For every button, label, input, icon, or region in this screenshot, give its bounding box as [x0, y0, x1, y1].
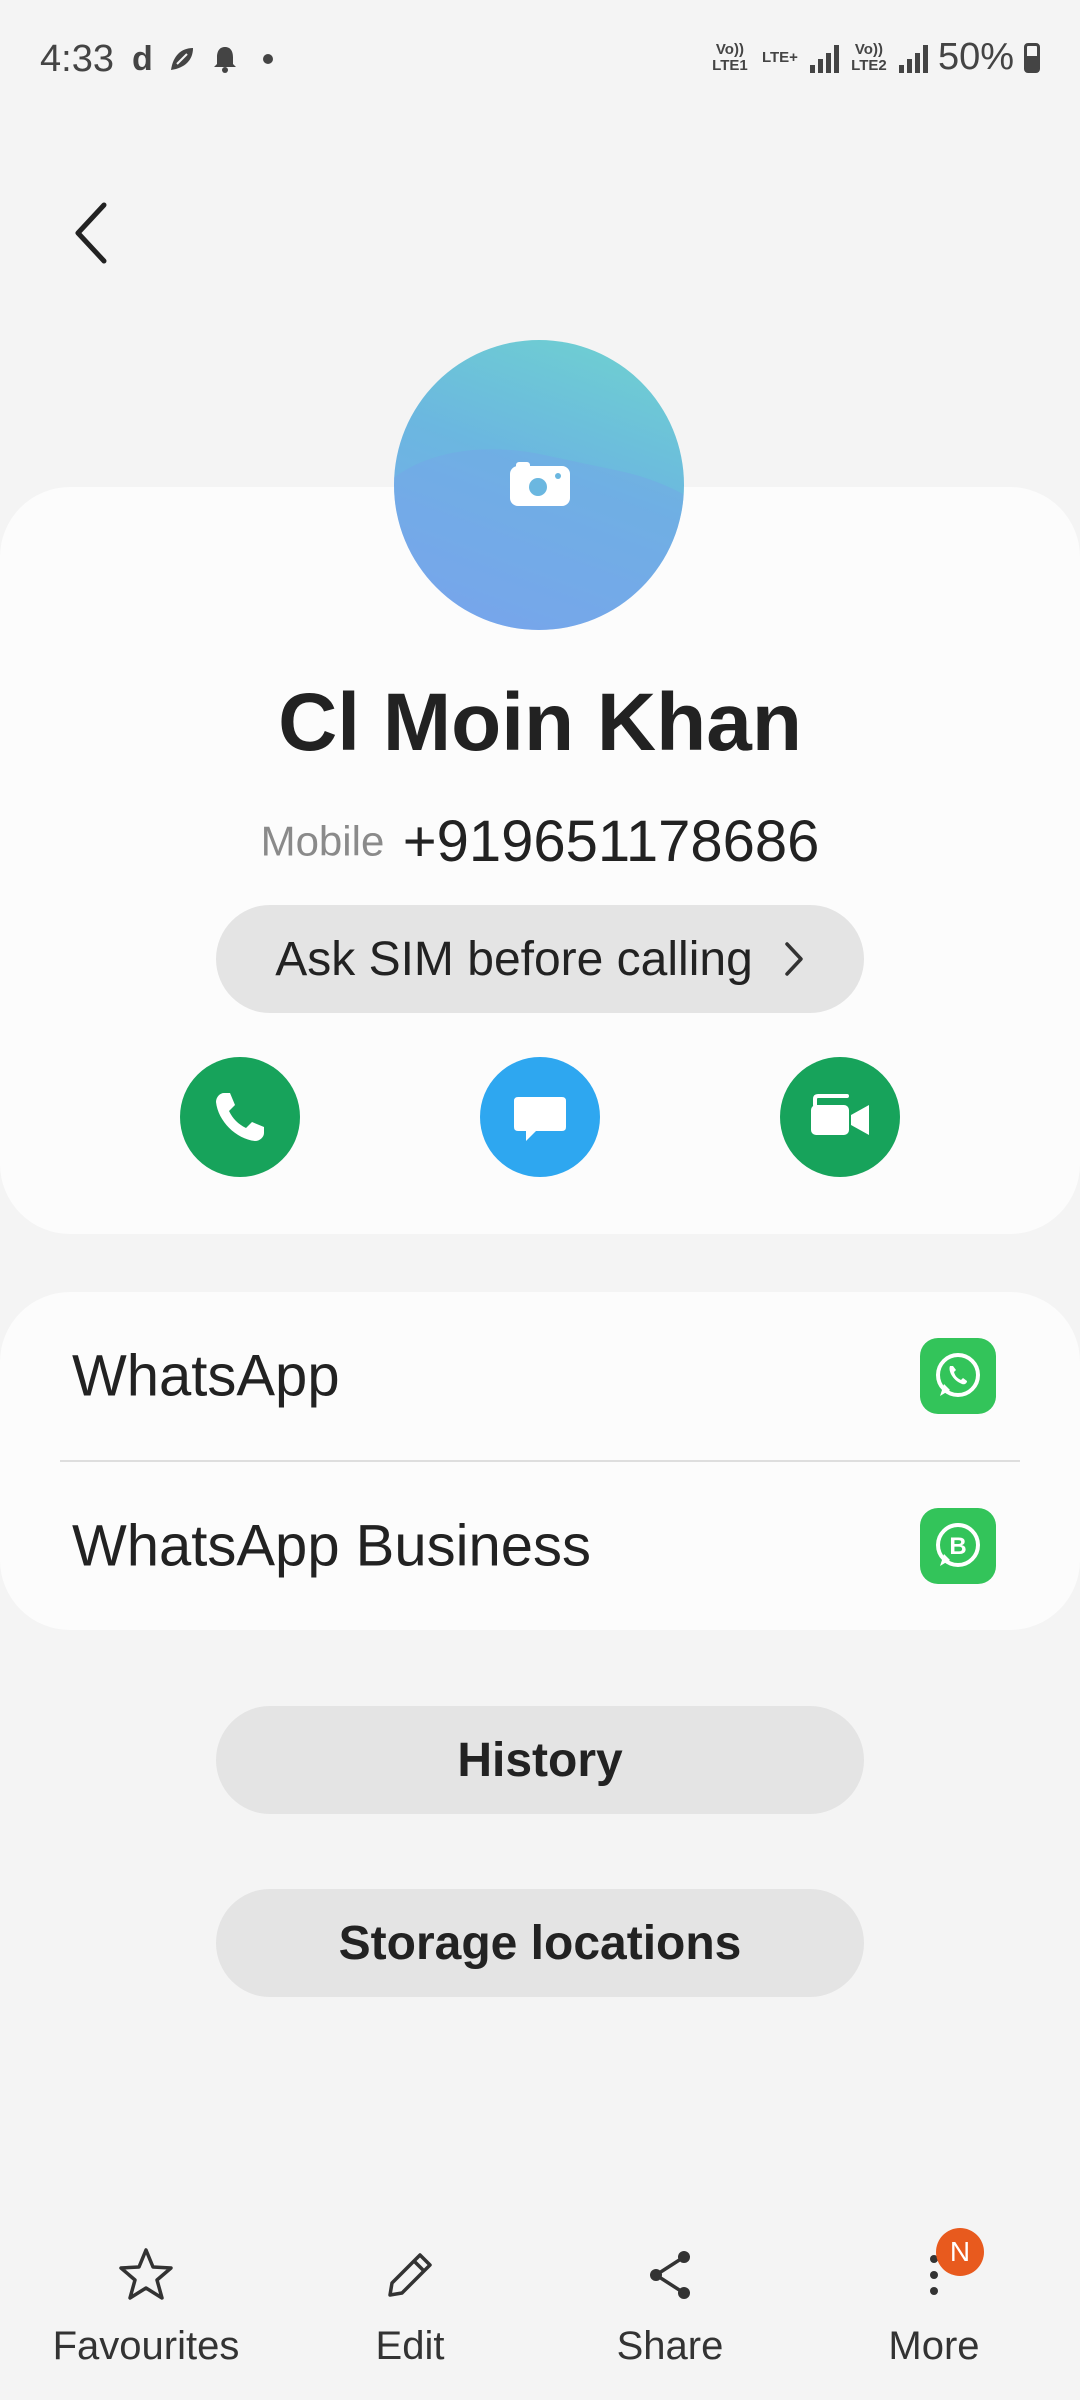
camera-icon [510, 462, 570, 506]
chevron-right-icon [785, 942, 803, 976]
video-call-icon [811, 1094, 869, 1135]
phone-row[interactable]: Mobile +919651178686 [0, 808, 1080, 875]
network-label: LTE+ [761, 48, 798, 66]
back-chevron-icon [75, 202, 107, 264]
dot-icon [262, 54, 273, 64]
notification-icons: d [132, 42, 273, 76]
storage-locations-button[interactable]: Storage locations [216, 1889, 864, 1997]
history-button[interactable]: History [216, 1706, 864, 1814]
back-button[interactable] [60, 195, 124, 271]
app-row-whatsapp[interactable]: WhatsApp [0, 1292, 1080, 1460]
app-label: WhatsApp Business [72, 1513, 592, 1579]
app-row-whatsapp-business[interactable]: WhatsApp Business B [0, 1462, 1080, 1630]
svg-text:B: B [949, 1533, 966, 1560]
phone-icon [216, 1093, 264, 1141]
status-bar: 4:33 d Vo)) LTE1 LTE+ Vo)) LTE2 50% [0, 0, 1080, 120]
star-icon [119, 2248, 173, 2300]
battery-icon [1024, 42, 1040, 73]
message-button[interactable] [480, 1057, 600, 1177]
bottom-nav: Favourites Edit Share N More [0, 2228, 1080, 2400]
signal-icon [809, 43, 839, 73]
status-right: Vo)) LTE1 LTE+ Vo)) LTE2 50% [710, 36, 1040, 79]
pencil-icon [388, 2253, 432, 2297]
more-label: More [888, 2324, 980, 2368]
edit-button[interactable]: Edit [310, 2240, 510, 2369]
notification-badge: N [936, 2228, 984, 2276]
message-icon [514, 1097, 566, 1141]
phone-type-label: Mobile [260, 817, 385, 865]
video-call-button[interactable] [780, 1057, 900, 1177]
bell-icon [213, 47, 236, 73]
call-button[interactable] [180, 1057, 300, 1177]
app-label: WhatsApp [72, 1343, 340, 1409]
sim1-label: Vo)) LTE1 [712, 40, 748, 74]
divider [60, 1460, 1020, 1462]
sim-choice-label: Ask SIM before calling [275, 932, 753, 986]
phone-number[interactable]: +919651178686 [403, 809, 820, 874]
signal-icon [898, 43, 928, 73]
sim2-label: Vo)) LTE2 [851, 40, 887, 74]
status-time: 4:33 [40, 38, 114, 80]
leaf-icon [170, 48, 193, 70]
share-icon [650, 2251, 690, 2299]
d-app-icon: d [132, 40, 153, 78]
contact-avatar[interactable] [394, 340, 684, 630]
favourites-label: Favourites [52, 2324, 240, 2368]
share-button[interactable]: Share [570, 2240, 770, 2369]
sim-choice-button[interactable]: Ask SIM before calling [216, 905, 864, 1013]
more-button[interactable]: N More [834, 2228, 1034, 2369]
contact-name: Cl Moin Khan [278, 677, 802, 768]
edit-label: Edit [375, 2324, 445, 2368]
whatsapp-business-icon: B [920, 1508, 996, 1584]
share-label: Share [616, 2324, 724, 2368]
whatsapp-icon [920, 1338, 996, 1414]
battery-percent: 50% [937, 36, 1014, 78]
favourites-button[interactable]: Favourites [46, 2240, 246, 2369]
